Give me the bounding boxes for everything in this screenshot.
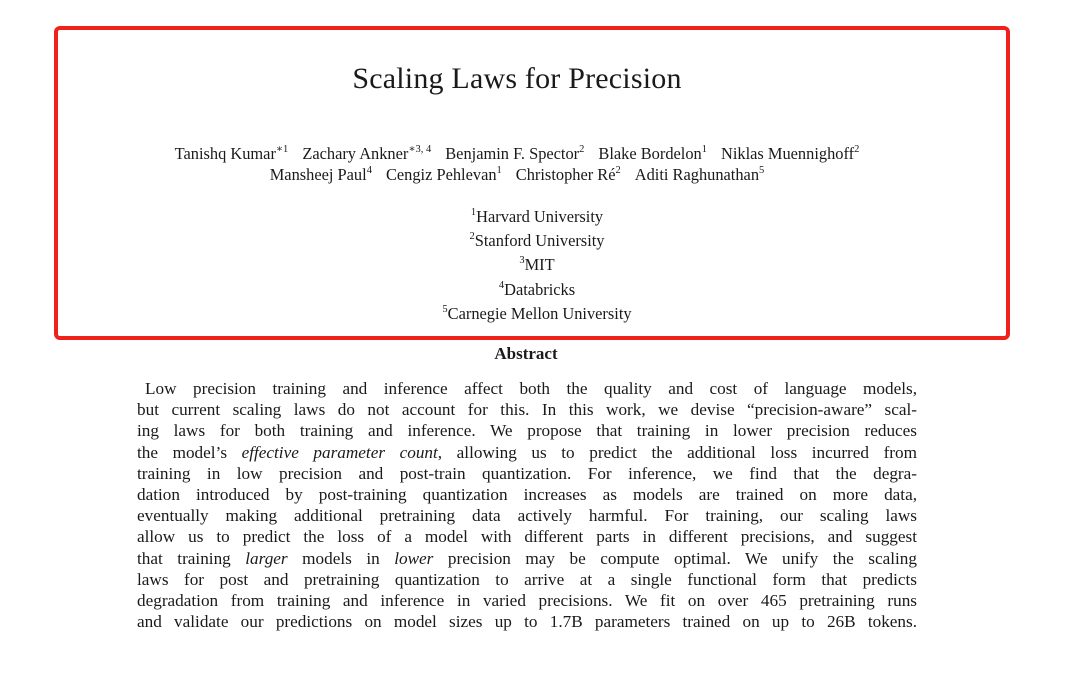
abstract-line: the model’s effective parameter count, a…: [137, 442, 917, 462]
affiliation: 1Harvard University: [0, 206, 1074, 230]
author-name: Zachary Ankner: [302, 144, 409, 163]
affiliation-mark: 1: [496, 165, 502, 176]
emphasis: lower: [394, 548, 434, 568]
author: Benjamin F. Spector2: [445, 144, 584, 163]
author: Tanishq Kumar∗1: [175, 144, 289, 163]
affiliation-name: MIT: [524, 255, 555, 275]
author: Zachary Ankner∗3, 4: [302, 144, 431, 163]
affiliation-mark: 5: [442, 303, 448, 315]
affiliation-mark: ∗1: [275, 144, 289, 155]
author: Mansheej Paul4: [270, 165, 372, 184]
affiliation: 4Databricks: [0, 279, 1074, 303]
author: Niklas Muennighoff2: [721, 144, 859, 163]
affiliation-mark: 2: [854, 144, 860, 155]
abstract-line: eventually making additional pretraining…: [137, 506, 917, 526]
affiliation-mark: 4: [366, 165, 372, 176]
author-name: Benjamin F. Spector: [445, 144, 580, 163]
affiliation-mark: 5: [759, 165, 765, 176]
abstract-line: and validate our predictions on model si…: [137, 612, 917, 632]
author-name: Niklas Muennighoff: [721, 144, 855, 163]
affiliation-name: Carnegie Mellon University: [447, 303, 632, 323]
author-name: Blake Bordelon: [598, 144, 702, 163]
emphasis: larger: [245, 548, 288, 568]
abstract-heading: Abstract: [494, 344, 558, 363]
author: Blake Bordelon1: [598, 144, 707, 163]
affiliation: 3MIT: [0, 254, 1074, 278]
affiliation-mark: 3: [519, 255, 525, 267]
abstract-line: ing laws for both training and inference…: [137, 421, 917, 441]
affiliations: 1Harvard University 2Stanford University 3…: [0, 206, 1074, 327]
abstract-line: degradation from training and inference …: [137, 591, 917, 611]
abstract-body: Low precision training and inference aff…: [137, 378, 917, 632]
affiliation-mark: 4: [498, 279, 505, 291]
author-name: Tanishq Kumar: [174, 144, 276, 163]
abstract-line: Low precision training and inference aff…: [145, 379, 917, 398]
author-name: Mansheej Paul: [269, 165, 367, 184]
paper-title: Scaling Laws for Precision: [352, 62, 682, 95]
affiliation-name: Harvard University: [476, 207, 604, 226]
author-line-1: Tanishq Kumar∗1 Zachary Ankner∗3, 4 Benjam…: [0, 144, 1034, 164]
abstract-line: but current scaling laws do not account …: [137, 400, 917, 420]
author: Aditi Raghunathan5: [635, 165, 765, 184]
author-name: Aditi Raghunathan: [634, 165, 760, 184]
affiliation-mark: 1: [701, 144, 707, 155]
abstract-line: dation introduced by post-training quant…: [137, 485, 917, 505]
author-line-2: Mansheej Paul4 Cengiz Pehlevan1 Christophe…: [0, 165, 1034, 185]
author: Cengiz Pehlevan1: [386, 165, 502, 184]
affiliation-mark: 1: [470, 207, 477, 218]
affiliation-mark: 2: [579, 144, 585, 155]
affiliation: 5Carnegie Mellon University: [0, 303, 1074, 327]
abstract-line: laws for post and pretraining quantizati…: [137, 569, 917, 589]
affiliation-name: Databricks: [504, 279, 576, 299]
affiliation-mark: 2: [469, 231, 475, 243]
abstract-line: training in low precision and post-train…: [137, 463, 917, 483]
author: Christopher Ré2: [516, 165, 621, 184]
affiliation-name: Stanford University: [474, 231, 605, 251]
affiliation: 2Stanford University: [0, 230, 1074, 254]
abstract-line: allow us to predict the loss of a model …: [137, 527, 917, 547]
affiliation-mark: ∗3, 4: [408, 144, 432, 155]
author-name: Cengiz Pehlevan: [385, 165, 497, 184]
emphasis: effective parameter count: [241, 442, 438, 462]
abstract-line: that training larger models in lower pre…: [137, 548, 917, 568]
author-name: Christopher Ré: [515, 165, 616, 184]
affiliation-mark: 2: [615, 165, 621, 176]
